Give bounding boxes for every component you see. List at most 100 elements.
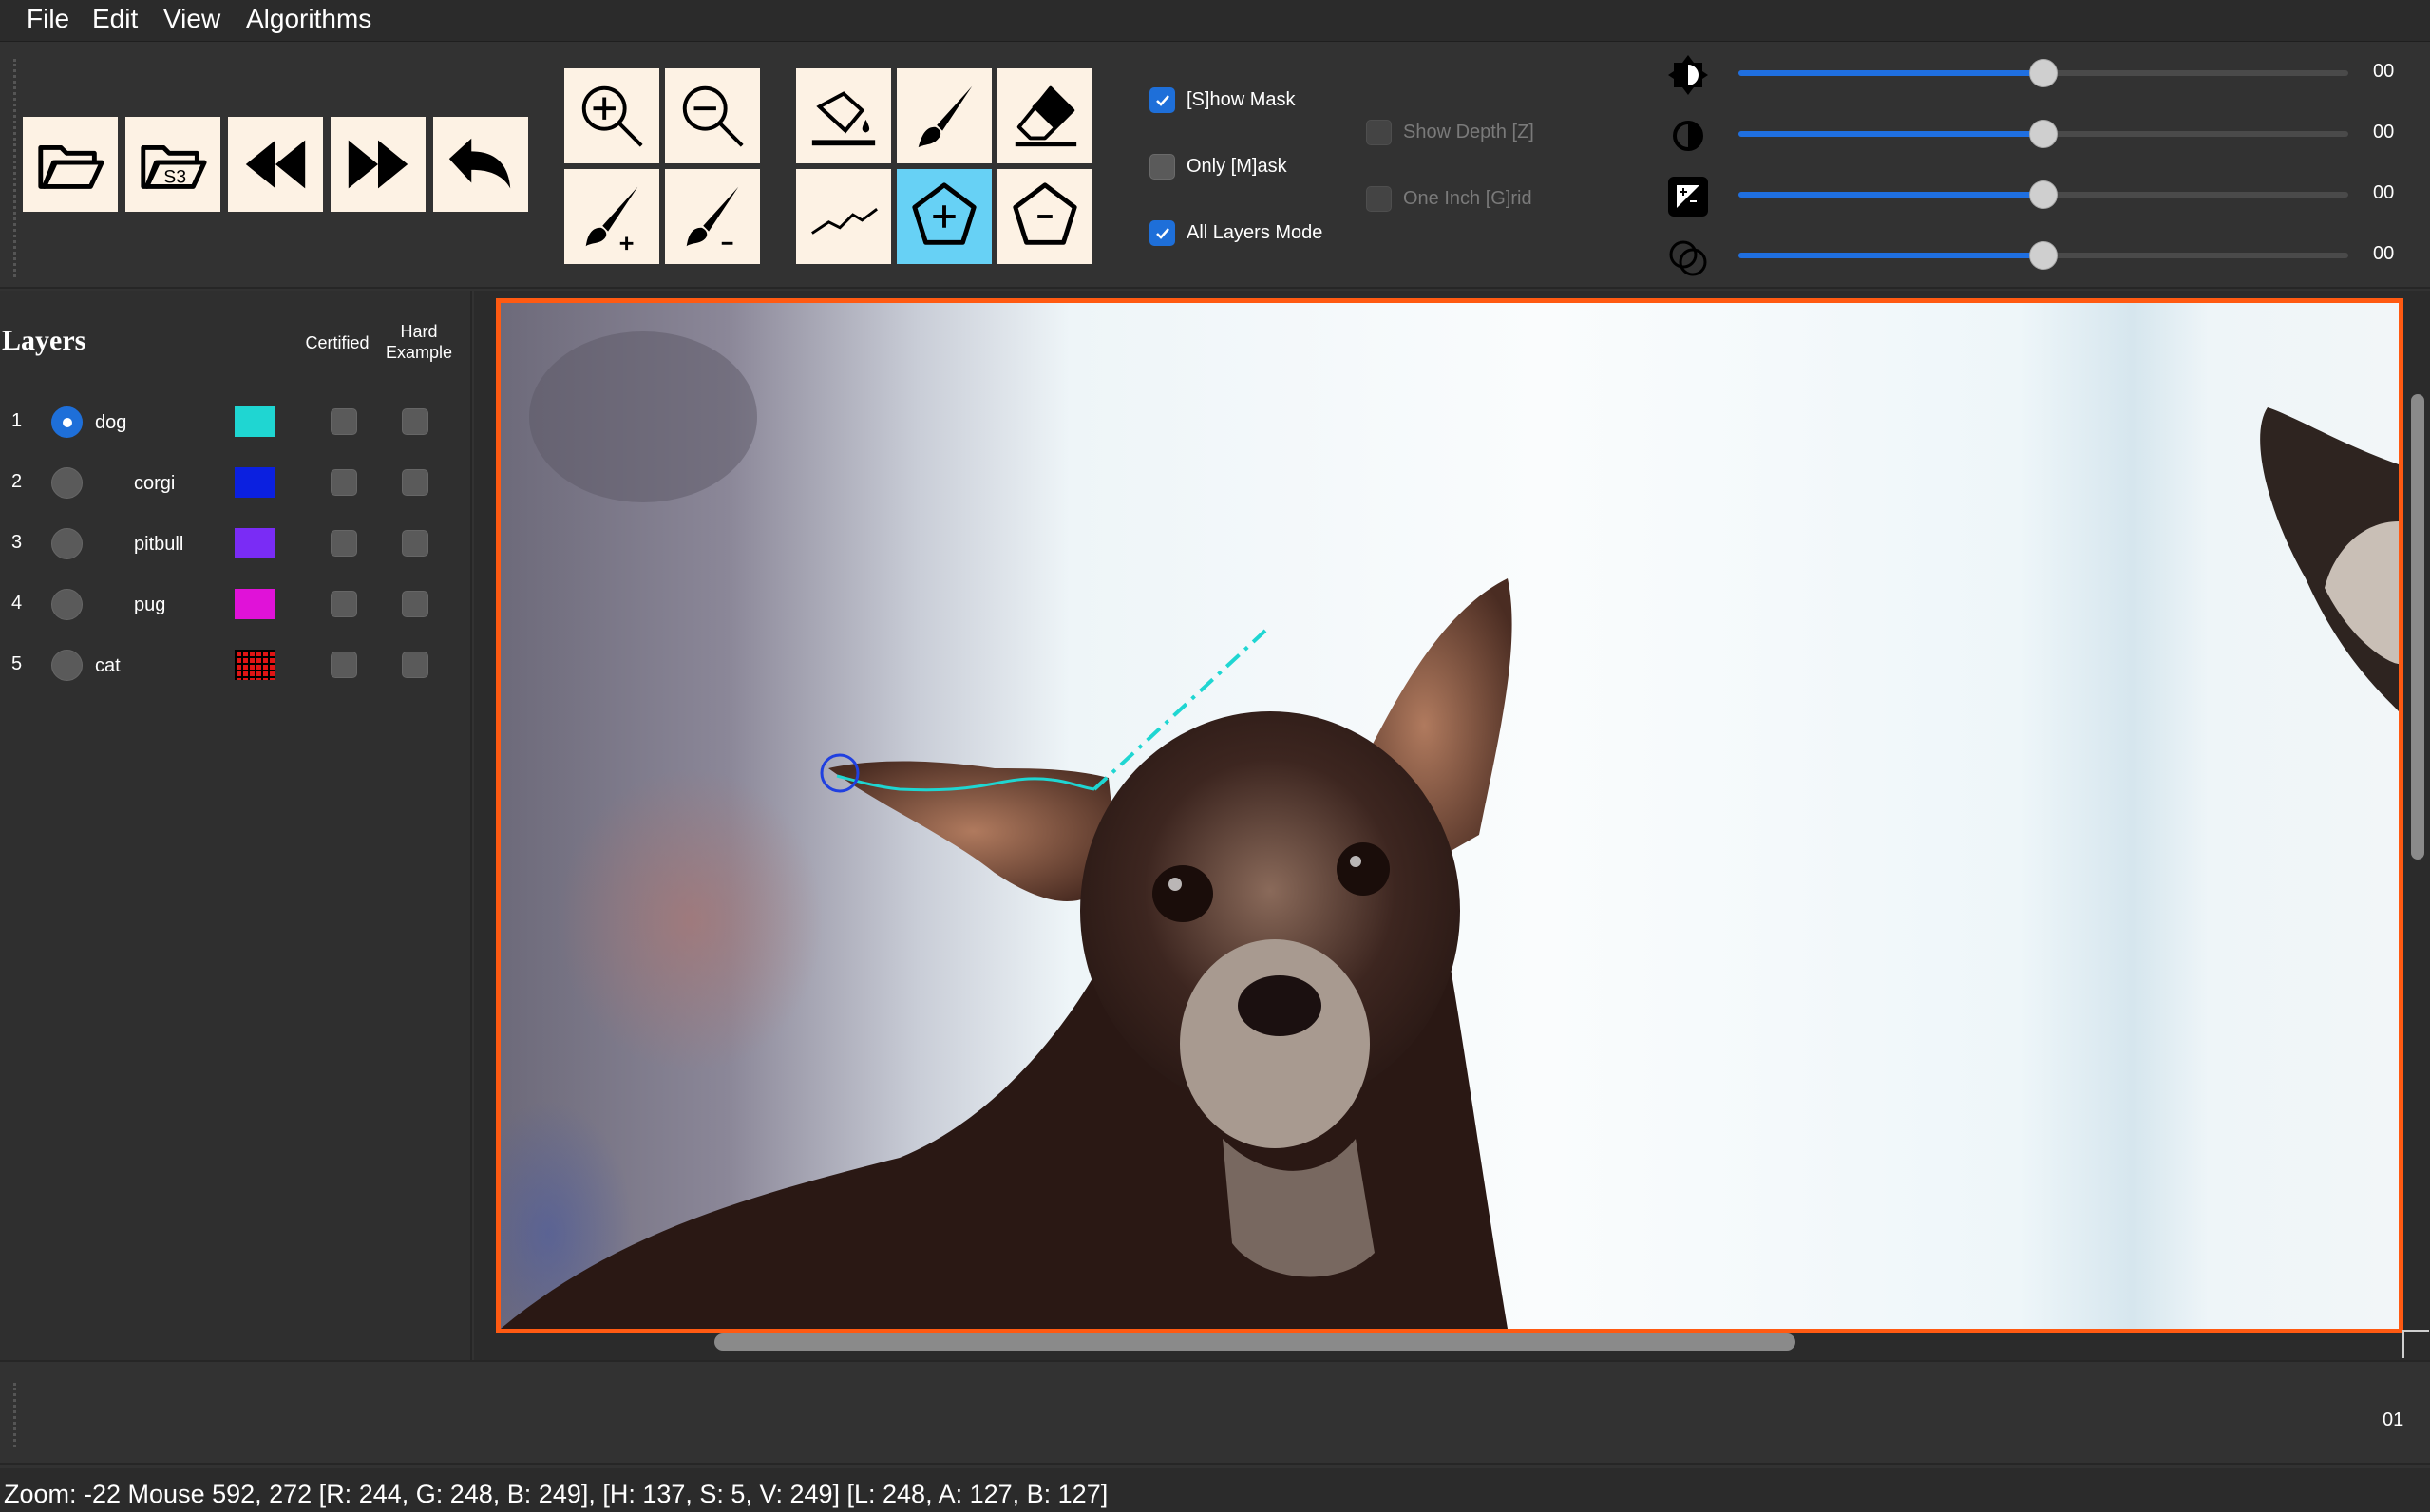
layer-select-radio[interactable] (51, 589, 83, 620)
exposure-slider[interactable] (1738, 180, 2348, 209)
slider-handle[interactable] (2029, 59, 2058, 87)
layer-name: pitbull (134, 534, 184, 555)
menu-edit[interactable]: Edit (92, 4, 138, 34)
certified-checkbox[interactable] (331, 652, 357, 678)
one-inch-grid-checkbox[interactable]: One Inch [G]rid (1366, 186, 1532, 212)
layer-number: 5 (11, 653, 23, 674)
brush-icon (918, 85, 973, 148)
slider-handle[interactable] (2029, 120, 2058, 148)
contrast-slider-row: 00 (1666, 114, 2417, 152)
slider-handle[interactable] (2029, 241, 2058, 270)
undo-button[interactable] (433, 117, 528, 212)
layer-row[interactable]: 1 dog (0, 401, 465, 448)
image-canvas[interactable] (496, 298, 2403, 1333)
status-bar: Zoom: -22 Mouse 592, 272 [R: 244, G: 248… (0, 1468, 2430, 1512)
hard-example-column-header: Hard Example (385, 322, 453, 362)
opacity-slider[interactable] (1738, 241, 2348, 270)
layer-color-swatch[interactable] (235, 467, 275, 498)
show-depth-checkbox[interactable]: Show Depth [Z] (1366, 120, 1534, 145)
layer-number: 1 (11, 410, 23, 431)
photo (501, 303, 2399, 1329)
checkbox-unchecked-icon (1149, 154, 1175, 180)
one-inch-grid-label: One Inch [G]rid (1403, 188, 1532, 209)
layer-color-swatch[interactable] (235, 406, 275, 437)
layer-color-swatch[interactable] (235, 650, 275, 680)
toolbar-grip[interactable] (13, 1383, 17, 1447)
polyline-button[interactable] (796, 169, 891, 264)
hard-example-checkbox[interactable] (402, 530, 428, 557)
layer-row[interactable]: 3 pitbull (0, 522, 465, 570)
slider-handle[interactable] (2029, 180, 2058, 209)
layer-select-radio[interactable] (51, 650, 83, 681)
brush-plus-icon (585, 186, 638, 251)
contrast-value: 00 (2373, 122, 2395, 142)
frame-counter: 01 (2383, 1409, 2404, 1430)
only-mask-checkbox[interactable]: Only [M]ask (1149, 154, 1287, 180)
zoom-in-button[interactable] (564, 68, 659, 163)
horizontal-scrollbar[interactable] (714, 1333, 1795, 1351)
show-mask-label: [S]how Mask (1187, 89, 1296, 110)
status-text: Zoom: -22 Mouse 592, 272 [R: 244, G: 248… (4, 1480, 1109, 1508)
layer-color-swatch[interactable] (235, 528, 275, 558)
layer-select-radio[interactable] (51, 528, 83, 559)
eraser-button[interactable] (997, 68, 1092, 163)
layer-name: corgi (134, 473, 176, 494)
previous-image-button[interactable] (228, 117, 323, 212)
next-image-icon (348, 140, 408, 189)
open-folder-button[interactable] (23, 117, 118, 212)
exposure-slider-row: 00 (1666, 175, 2417, 217)
zoom-in-icon (581, 85, 643, 147)
lower-toolbar: 01 (0, 1360, 2430, 1465)
layer-select-radio[interactable] (51, 467, 83, 499)
show-mask-checkbox[interactable]: [S]how Mask (1149, 87, 1295, 113)
s3-folder-button[interactable]: S3 (125, 117, 220, 212)
all-layers-mode-checkbox[interactable]: All Layers Mode (1149, 220, 1322, 246)
layer-row[interactable]: 4 pug (0, 583, 465, 631)
resize-corner[interactable] (2402, 1330, 2429, 1358)
hard-example-checkbox[interactable] (402, 591, 428, 617)
toolbar-grip[interactable] (13, 59, 17, 277)
exposure-value: 00 (2373, 182, 2395, 203)
layer-row[interactable]: 5 cat (0, 644, 465, 691)
layer-color-swatch[interactable] (235, 589, 275, 619)
zoom-out-button[interactable] (665, 68, 760, 163)
hard-example-checkbox[interactable] (402, 652, 428, 678)
layer-number: 2 (11, 471, 23, 492)
certified-checkbox[interactable] (331, 408, 357, 435)
hard-example-checkbox[interactable] (402, 408, 428, 435)
polyline-icon (811, 208, 878, 235)
layer-select-radio[interactable] (51, 406, 83, 438)
polygon-subtract-button[interactable] (997, 169, 1092, 264)
toolbar: S3 [S]how Mask Only [M]ask All Layers Mo… (0, 42, 2430, 289)
brush-minus-icon (686, 186, 739, 247)
s3-label: S3 (163, 167, 186, 188)
menu-view[interactable]: View (163, 4, 220, 34)
previous-image-icon (245, 140, 306, 189)
layer-number: 3 (11, 532, 23, 553)
undo-icon (448, 138, 511, 189)
polygon-add-button[interactable] (897, 169, 992, 264)
next-image-button[interactable] (331, 117, 426, 212)
certified-checkbox[interactable] (331, 469, 357, 496)
hard-example-checkbox[interactable] (402, 469, 428, 496)
menu-algorithms[interactable]: Algorithms (246, 4, 371, 34)
checkbox-checked-icon (1149, 87, 1175, 113)
menu-file[interactable]: File (27, 4, 69, 34)
brightness-slider[interactable] (1738, 59, 2348, 87)
fill-bucket-button[interactable] (796, 68, 891, 163)
brush-size-increase-button[interactable] (564, 169, 659, 264)
brightness-value: 00 (2373, 61, 2395, 82)
layer-row[interactable]: 2 corgi (0, 462, 465, 509)
open-folder-icon (38, 145, 104, 189)
contrast-slider[interactable] (1738, 120, 2348, 148)
certified-checkbox[interactable] (331, 530, 357, 557)
layer-name: pug (134, 595, 166, 615)
eraser-icon (1015, 85, 1077, 147)
brush-button[interactable] (897, 68, 992, 163)
opacity-slider-row: 00 (1666, 236, 2417, 276)
checkbox-checked-icon (1149, 220, 1175, 246)
zoom-out-icon (682, 85, 744, 147)
certified-checkbox[interactable] (331, 591, 357, 617)
brush-size-decrease-button[interactable] (665, 169, 760, 264)
vertical-scrollbar[interactable] (2411, 394, 2424, 860)
